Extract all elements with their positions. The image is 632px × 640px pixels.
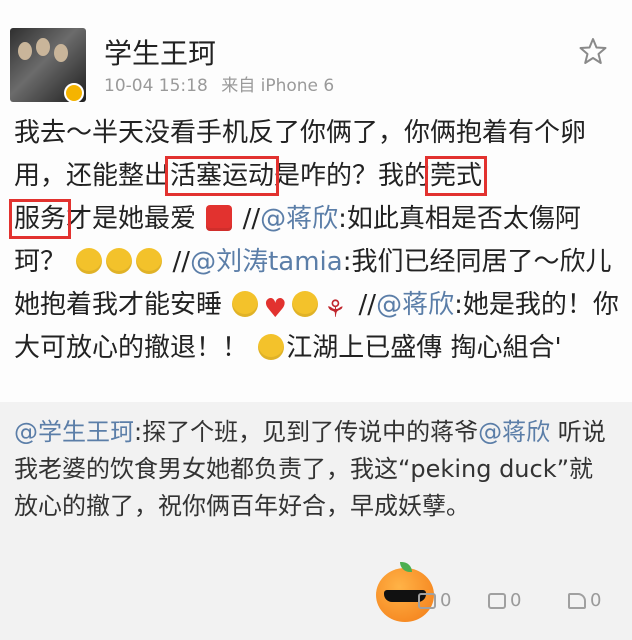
- post-body: 我去～半天没看手机反了你俩了，你俩抱着有个卵用，还能整出活塞运动是咋的？我的莞式…: [8, 112, 620, 370]
- text: 江湖上已盛傳 掏心組合': [286, 333, 562, 363]
- blush-emoji-icon: [232, 291, 259, 317]
- comment-button[interactable]: 0: [488, 590, 521, 611]
- post-time: 10-04 15:18: [104, 76, 208, 96]
- repost-count: 0: [440, 590, 452, 611]
- comment-count: 0: [510, 590, 522, 611]
- repost-text: @学生王珂:探了个班，见到了传说中的蒋爷@蒋欣 听说我老婆的饮食男女她都负责了，…: [14, 414, 614, 525]
- text: :探了个班，见到了传说中的蒋爷: [134, 418, 479, 446]
- action-toolbar: 0 0 0: [0, 590, 632, 630]
- rose-icon: ⚘: [324, 295, 347, 323]
- star-icon[interactable]: [578, 36, 608, 66]
- highlighted-phrase: 活塞运动: [165, 156, 280, 196]
- mention-link[interactable]: @蒋欣: [478, 418, 550, 446]
- repost-icon: [418, 592, 436, 609]
- shocked-emoji-icon: [106, 248, 133, 274]
- repost-button[interactable]: 0: [418, 590, 451, 611]
- shocked-emoji-icon: [136, 248, 163, 274]
- text: 是咋的？我的: [274, 161, 431, 191]
- avatar-face: [36, 38, 50, 56]
- avatar-face: [54, 44, 68, 62]
- mention-link[interactable]: @学生王珂: [14, 418, 134, 446]
- weibo-post: 学生王珂 10-04 15:18 来自 iPhone 6 我去～半天没看手机反了…: [0, 0, 632, 402]
- avatar-face: [18, 42, 32, 60]
- tongue-emoji-icon: [258, 334, 285, 360]
- username[interactable]: 学生王珂: [104, 32, 216, 72]
- text: 才是她最爱: [66, 204, 197, 234]
- kiss-emoji-icon: [292, 291, 319, 317]
- highlighted-phrase: 莞式: [425, 156, 488, 196]
- text: //: [242, 204, 261, 234]
- gift-emoji-icon: [206, 205, 233, 231]
- text: //: [172, 247, 191, 277]
- like-icon: [568, 592, 586, 609]
- mention-link[interactable]: @刘涛tamia: [190, 247, 343, 277]
- mention-link[interactable]: @蒋欣: [260, 204, 338, 234]
- post-meta: 10-04 15:18 来自 iPhone 6: [104, 71, 342, 96]
- verified-badge-icon: [64, 83, 84, 103]
- mention-link[interactable]: @蒋欣: [376, 290, 454, 320]
- heart-icon: ♥: [263, 294, 287, 324]
- text: //: [358, 290, 377, 320]
- post-source: 来自 iPhone 6: [221, 76, 335, 96]
- like-count: 0: [590, 590, 602, 611]
- shocked-emoji-icon: [76, 248, 103, 274]
- like-button[interactable]: 0: [568, 590, 601, 611]
- highlighted-phrase: 服务: [8, 199, 72, 239]
- comment-icon: [488, 592, 506, 609]
